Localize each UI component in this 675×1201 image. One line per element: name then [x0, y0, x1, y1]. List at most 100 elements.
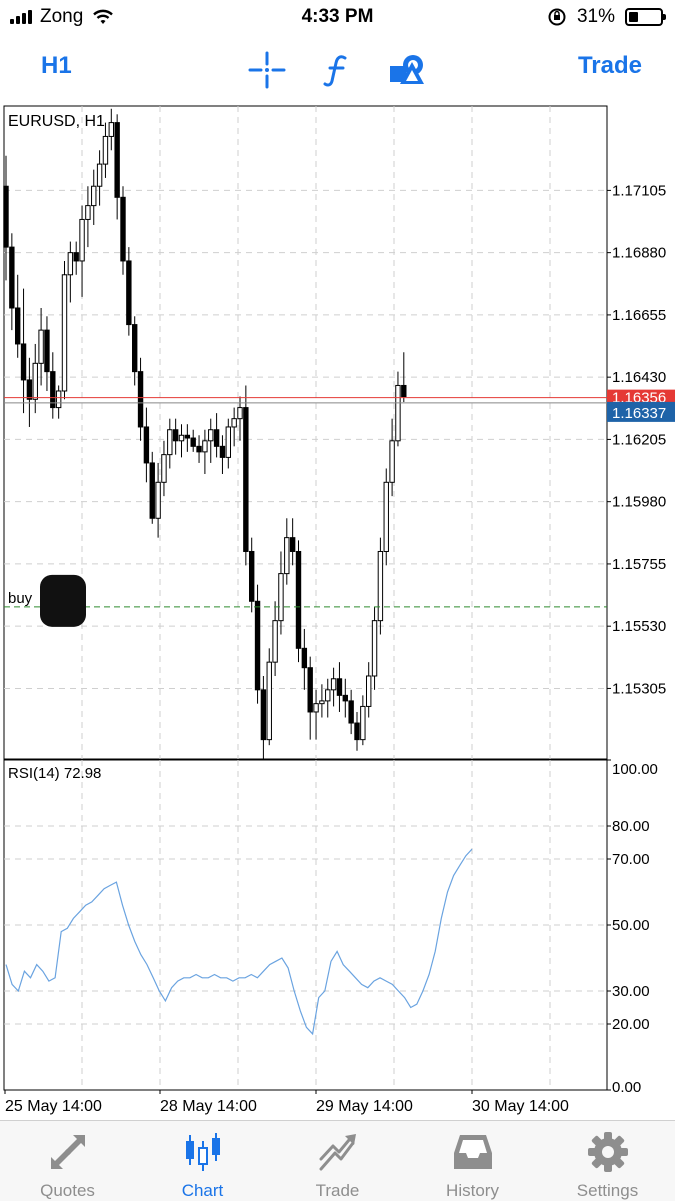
candle-body-up [366, 675, 372, 707]
candle [44, 316, 50, 391]
candle [243, 385, 249, 566]
price-tick-label: 1.16430 [612, 369, 666, 386]
candle [313, 689, 319, 740]
order-line-label: buy [8, 590, 33, 607]
candle-body-down [243, 407, 249, 552]
symbol-label: EURUSD, H1 [8, 113, 105, 130]
candle [9, 233, 15, 331]
tab-trade[interactable]: Trade [270, 1121, 405, 1201]
candle [178, 424, 185, 458]
candle [73, 241, 79, 275]
candle [85, 186, 91, 248]
trade-button[interactable]: Trade [578, 52, 642, 80]
history-icon [454, 1135, 492, 1169]
candle-body-up [61, 274, 68, 392]
candle-body-down [3, 185, 9, 248]
candle-body-up [278, 573, 284, 622]
objects-icon[interactable] [388, 50, 428, 90]
orientation-lock-icon [548, 8, 566, 26]
trade-icon [319, 1134, 356, 1171]
candle-body-up [371, 620, 378, 677]
candle-body-up [231, 418, 237, 428]
price-tick-label: 1.15980 [612, 494, 666, 511]
candle-body-down [20, 343, 27, 381]
time-axis-label: 25 May 14:00 [5, 1098, 102, 1115]
tab-quotes-label: Quotes [40, 1181, 95, 1200]
candle-body-down [137, 371, 144, 428]
rsi-tick-label: 20.00 [612, 1016, 650, 1033]
tab-history[interactable]: History [405, 1121, 540, 1201]
candle [79, 205, 85, 297]
tab-chart-label: Chart [181, 1181, 224, 1200]
price-tick-label: 1.16205 [612, 431, 666, 448]
candle [102, 122, 109, 178]
candle-body-down [26, 379, 33, 400]
candle-body-down [114, 122, 120, 198]
price-tick-label: 1.15305 [612, 680, 666, 697]
tab-settings[interactable]: Settings [540, 1121, 675, 1201]
candle-body-up [330, 678, 337, 691]
candle [377, 537, 384, 635]
candle [172, 418, 179, 455]
price-tick-label: 1.16655 [612, 307, 666, 324]
candle-body-up [102, 135, 109, 165]
candle-body-down [9, 246, 15, 309]
candle [61, 260, 68, 400]
candle-body-down [143, 426, 150, 464]
tab-quotes[interactable]: Quotes [0, 1121, 135, 1201]
candle [132, 316, 138, 386]
candle-body-up [208, 429, 214, 442]
candle-body-down [219, 445, 226, 458]
candle-body-up [225, 426, 232, 458]
candle [161, 440, 167, 497]
tab-trade-label: Trade [315, 1181, 360, 1200]
candle-body-up [67, 252, 74, 276]
candle-body-down [295, 550, 302, 649]
candle [137, 357, 144, 441]
candle [67, 241, 74, 303]
candle [360, 695, 366, 746]
price-tick-label: 1.16880 [612, 245, 666, 262]
candle [272, 601, 278, 676]
time-axis-label: 30 May 14:00 [472, 1098, 569, 1115]
candle [249, 537, 255, 613]
quotes-icon [51, 1135, 85, 1169]
candle [120, 186, 126, 275]
candle [307, 656, 313, 740]
timeframe-button[interactable]: H1 [41, 52, 72, 80]
candle-body-down [190, 437, 196, 447]
candle-body-up [32, 362, 38, 400]
candle-body-down [336, 678, 343, 696]
candle-body-down [172, 429, 179, 442]
candle [336, 662, 343, 712]
candle-body-down [348, 700, 354, 724]
candle-body-up [79, 218, 85, 262]
rsi-line [5, 848, 473, 1036]
candle [231, 407, 237, 447]
status-bar: Zong 4:33 PM 31% [0, 0, 675, 36]
candle-body-up [389, 440, 395, 483]
candle [289, 518, 296, 566]
price-chart[interactable]: 1.17105 1.16880 1.16655 1.16430 1.16205 1.159… [0, 104, 675, 1120]
candle [208, 418, 214, 463]
candle-body-down [120, 196, 126, 262]
candle-body-down [289, 537, 296, 552]
chart-area[interactable]: 1.17105 1.16880 1.16655 1.16430 1.16205 1.159… [0, 104, 675, 1120]
price-tick-label: 1.15530 [612, 618, 666, 635]
tab-settings-label: Settings [576, 1181, 639, 1200]
candle [366, 662, 372, 718]
candle [213, 413, 220, 458]
time-axis-label: 29 May 14:00 [316, 1098, 413, 1115]
function-icon[interactable] [318, 50, 358, 90]
candle [266, 648, 272, 746]
candle-body-up [360, 705, 366, 741]
candle [319, 684, 325, 718]
candle [114, 114, 120, 220]
candle-body-up [377, 550, 384, 622]
candle-body-up [108, 122, 114, 137]
crosshair-icon[interactable] [247, 50, 287, 90]
tab-chart[interactable]: Chart [135, 1121, 270, 1201]
candle [91, 169, 97, 225]
candle [143, 407, 150, 483]
candle [196, 435, 202, 463]
